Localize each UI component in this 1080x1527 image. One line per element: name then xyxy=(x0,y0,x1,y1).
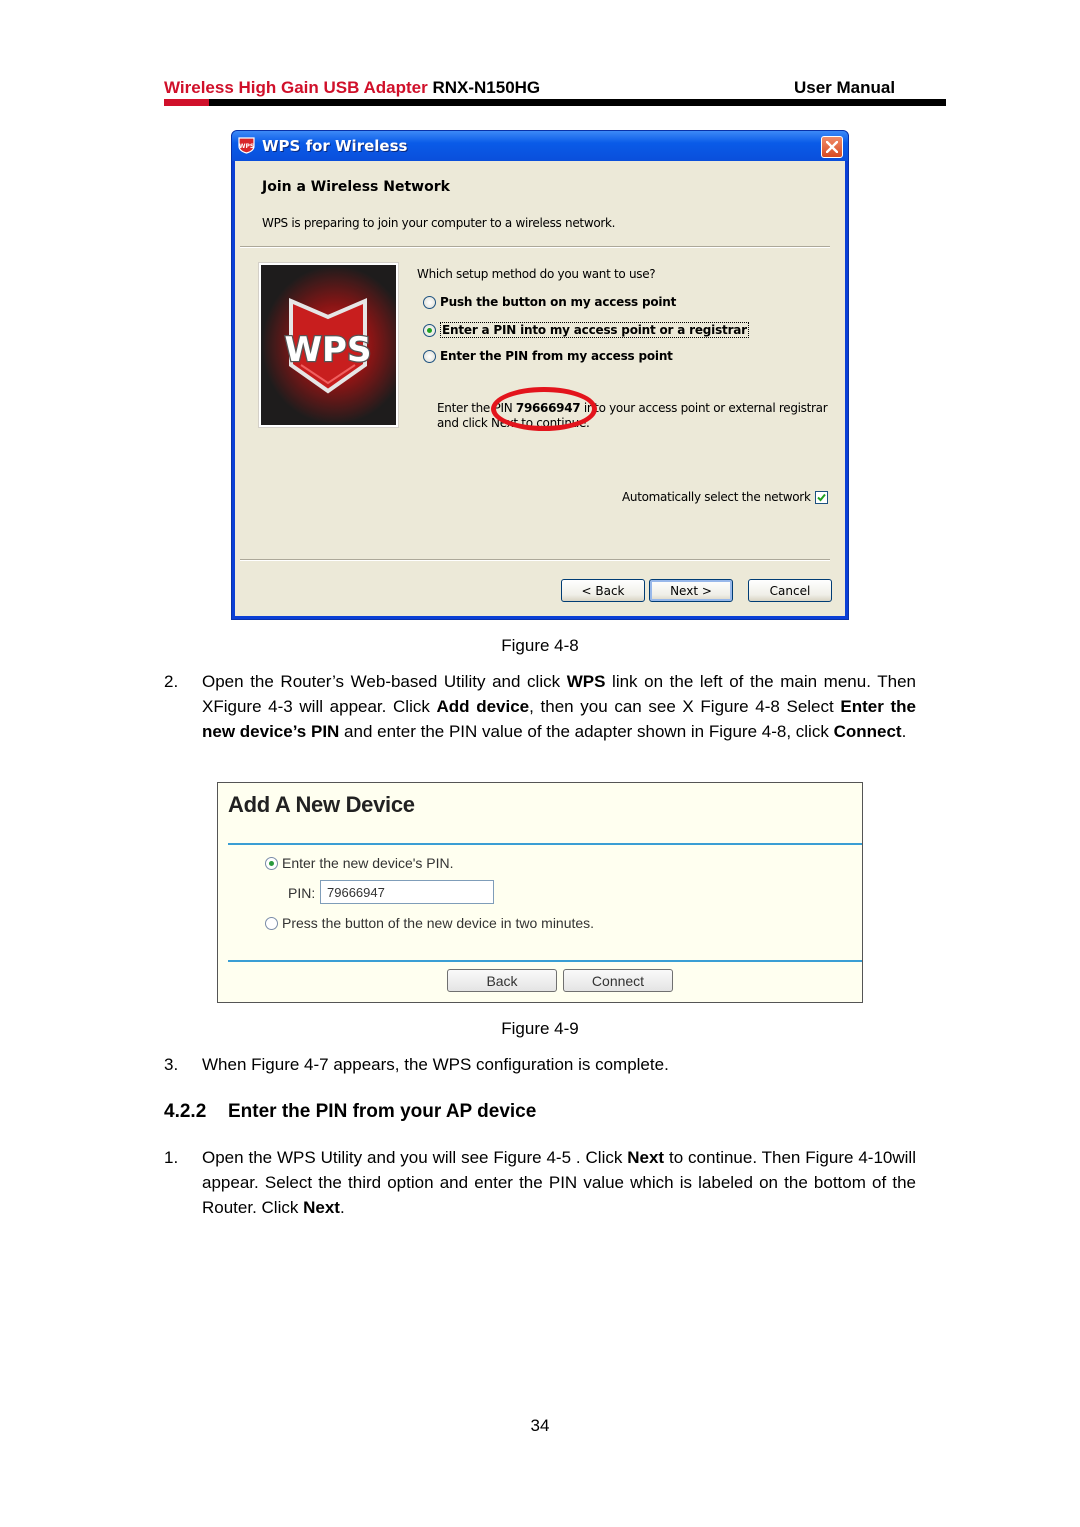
header-doc-type: User Manual xyxy=(794,78,896,97)
setup-method-question: Which setup method do you want to use? xyxy=(417,267,656,281)
section-step-1-text: . xyxy=(339,1198,345,1217)
divider xyxy=(228,843,862,845)
section-title: Enter the PIN from your AP device xyxy=(228,1101,537,1122)
section-heading: 4.2.2 Enter the PIN from your AP device xyxy=(164,1101,536,1123)
step-2-text: and enter the PIN value of the adapter s… xyxy=(339,722,834,741)
back-button[interactable]: Back xyxy=(447,969,557,992)
cancel-button[interactable]: Cancel xyxy=(748,579,832,602)
wps-subtitle: WPS is preparing to join your computer t… xyxy=(262,216,616,230)
step-number: 1. xyxy=(164,1148,179,1167)
option-enter-pin-from-ap-label: Enter the PIN from my access point xyxy=(440,349,673,363)
step-2-paragraph: 2. Open the Router’s Web-based Utility a… xyxy=(164,669,916,744)
pin-highlight-ellipse xyxy=(491,387,597,431)
section-number: 4.2.2 xyxy=(164,1101,207,1122)
radio-enter-device-pin[interactable] xyxy=(265,856,278,870)
step-3-paragraph: 3. When Figure 4-7 appears, the WPS conf… xyxy=(164,1052,916,1077)
header-model: RNX-N150HG xyxy=(432,78,541,97)
figure-4-9-caption: Figure 4-9 xyxy=(501,1019,579,1038)
step-2-text: . xyxy=(901,722,907,741)
header-rule-accent xyxy=(164,99,209,106)
divider xyxy=(240,246,830,248)
checkmark-icon xyxy=(816,493,826,501)
radio-enter-pin-into-ap[interactable] xyxy=(423,323,436,337)
svg-text:WPS: WPS xyxy=(239,143,254,150)
page-number: 34 xyxy=(530,1416,550,1435)
header-rule xyxy=(164,99,946,106)
wps-shield-logo-icon: WPS xyxy=(283,297,373,394)
option-press-button-label: Press the button of the new device in tw… xyxy=(282,915,595,931)
option-enter-pin-into-ap-label: Enter a PIN into my access point or a re… xyxy=(440,322,749,338)
auto-select-checkbox[interactable] xyxy=(814,490,828,504)
radio-enter-pin-from-ap[interactable] xyxy=(423,349,436,363)
section-step-1-paragraph: 1. Open the WPS Utility and you will see… xyxy=(164,1145,916,1220)
pin-label: PIN: xyxy=(288,885,316,901)
section-step-1-bold-next: Next xyxy=(303,1198,340,1217)
step-number: 2. xyxy=(164,672,179,691)
section-step-1-bold-next: Next xyxy=(627,1148,665,1167)
auto-select-network[interactable]: Automatically select the network xyxy=(622,490,828,504)
option-press-button[interactable]: Press the button of the new device in tw… xyxy=(265,915,594,931)
option-push-button[interactable]: Push the button on my access point xyxy=(423,295,676,309)
option-enter-pin-from-ap[interactable]: Enter the PIN from my access point xyxy=(423,349,673,363)
header-product-name: Wireless High Gain USB Adapter xyxy=(164,78,428,97)
step-number: 3. xyxy=(164,1055,179,1074)
wps-window-body: Join a Wireless Network WPS is preparing… xyxy=(235,161,845,616)
step-2-text: Open the Router’s Web-based Utility and … xyxy=(202,672,567,691)
step-2-text: , then you can see X Figure 4-8 Select xyxy=(529,697,841,716)
pin-input[interactable] xyxy=(320,880,494,904)
close-icon xyxy=(826,141,838,153)
radio-press-button[interactable] xyxy=(265,916,278,930)
wps-window-titlebar[interactable]: WPS WPS for Wireless xyxy=(232,131,848,161)
connect-button[interactable]: Connect xyxy=(563,969,673,992)
wps-logo-text: WPS xyxy=(285,330,372,370)
option-enter-device-pin[interactable]: Enter the new device's PIN. xyxy=(265,855,454,871)
option-push-button-label: Push the button on my access point xyxy=(440,295,677,309)
add-new-device-panel: Add A New Device Enter the new device's … xyxy=(217,782,863,1003)
divider xyxy=(240,559,830,561)
wps-shield-icon: WPS xyxy=(238,137,255,154)
divider xyxy=(228,960,862,962)
option-enter-pin-into-ap[interactable]: Enter a PIN into my access point or a re… xyxy=(423,322,749,338)
step-3-text: When Figure 4-7 appears, the WPS configu… xyxy=(202,1055,669,1074)
section-step-1-text: Open the WPS Utility and you will see Fi… xyxy=(202,1148,628,1167)
auto-select-label: Automatically select the network xyxy=(622,490,811,504)
wps-window: WPS WPS for Wireless Join a Wireless Net… xyxy=(231,130,849,620)
figure-4-8-caption: Figure 4-8 xyxy=(501,636,579,655)
wps-window-title: WPS for Wireless xyxy=(262,137,408,155)
step-2-bold-add-device: Add device xyxy=(436,697,530,716)
step-2-bold-wps: WPS xyxy=(566,672,606,691)
back-button[interactable]: < Back xyxy=(561,579,645,602)
pin-instruction-suffix: into your access point or external regis… xyxy=(583,401,828,415)
wps-logo: WPS xyxy=(258,262,399,428)
radio-push-button[interactable] xyxy=(423,295,436,309)
next-button[interactable]: Next > xyxy=(649,579,733,602)
wps-heading: Join a Wireless Network xyxy=(262,179,450,195)
close-button[interactable] xyxy=(821,136,843,158)
option-enter-device-pin-label: Enter the new device's PIN. xyxy=(282,855,454,871)
add-new-device-title: Add A New Device xyxy=(228,792,415,817)
step-2-bold-connect: Connect xyxy=(833,722,902,741)
header-product-title: Wireless High Gain USB Adapter RNX-N150H… xyxy=(164,78,540,98)
